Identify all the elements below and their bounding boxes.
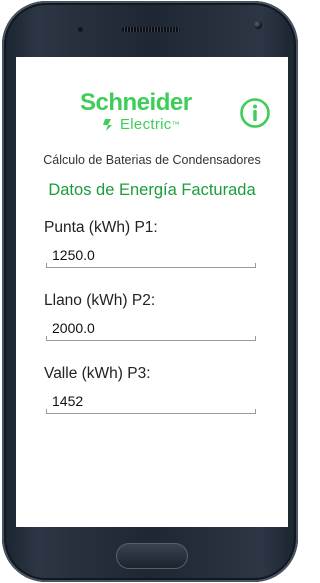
field-label-llano: Llano (kWh) P2: [44, 292, 156, 309]
home-button[interactable] [116, 543, 188, 569]
app-title: Cálculo de Baterias de Condensadores [43, 153, 261, 167]
logo-brand-name: Schneider [80, 89, 192, 116]
field-underline [46, 336, 256, 341]
field-llano: Llano (kWh) P2: [44, 292, 258, 352]
info-button[interactable] [239, 97, 271, 129]
info-circle-icon [240, 98, 270, 128]
schneider-lifeis-on-icon [103, 119, 112, 131]
field-underline [46, 409, 256, 414]
field-punta: Punta (kWh) P1: [44, 219, 258, 279]
app-screen: Schneider Electric™ Cálculo de Baterias … [16, 57, 288, 527]
field-underline [46, 263, 256, 268]
field-valle: Valle (kWh) P3: [44, 365, 258, 425]
proximity-sensor [78, 27, 83, 32]
schneider-electric-logo: Schneider Electric™ [80, 91, 220, 135]
logo-subtitle: Electric™ [120, 116, 180, 133]
llano-input[interactable] [46, 318, 256, 338]
field-label-punta: Punta (kWh) P1: [44, 219, 158, 236]
front-camera-icon [254, 21, 262, 29]
punta-input[interactable] [46, 245, 256, 265]
field-label-valle: Valle (kWh) P3: [44, 365, 151, 382]
valle-input[interactable] [46, 391, 256, 411]
phone-frame: Schneider Electric™ Cálculo de Baterias … [2, 1, 298, 582]
earpiece-speaker [122, 27, 180, 32]
section-title: Datos de Energía Facturada [48, 181, 256, 199]
